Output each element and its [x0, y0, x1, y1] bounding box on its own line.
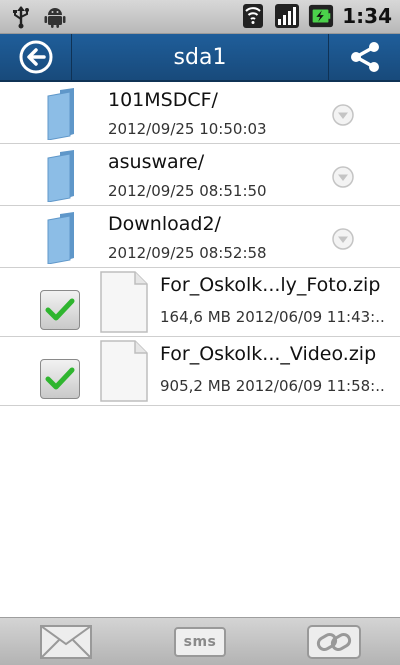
status-bar-right: 1:34: [240, 3, 392, 29]
folder-name: 101MSDCF/: [108, 89, 218, 111]
android-debug-icon: [42, 4, 68, 30]
sms-label: sms: [174, 627, 226, 657]
page-title: sda1: [173, 44, 227, 70]
file-icon: [100, 340, 148, 402]
folder-name: asusware/: [108, 151, 205, 173]
folder-date: 2012/09/25 08:51:50: [108, 182, 267, 200]
sms-button[interactable]: sms: [172, 622, 228, 662]
share-button[interactable]: [328, 34, 400, 80]
folder-icon: [47, 88, 74, 140]
battery-icon: [308, 3, 334, 29]
link-button[interactable]: [306, 622, 362, 662]
file-list: 101MSDCF/ 2012/09/25 10:50:03 asusware/ …: [0, 82, 400, 406]
list-item-folder-download2[interactable]: Download2/ 2012/09/25 08:52:58: [0, 206, 400, 268]
checkmark-icon: [45, 367, 75, 390]
folder-icon: [47, 150, 74, 202]
usb-icon: [8, 4, 34, 30]
file-meta: 905,2 MB 2012/06/09 11:58:..: [160, 377, 385, 395]
status-bar: 1:34: [0, 0, 400, 34]
folder-date: 2012/09/25 08:52:58: [108, 244, 267, 262]
share-icon: [350, 42, 379, 72]
folder-date: 2012/09/25 10:50:03: [108, 120, 267, 138]
title-bar: sda1: [0, 34, 400, 82]
email-button[interactable]: [38, 622, 94, 662]
folder-icon: [47, 212, 74, 264]
list-item-folder-101msdcf[interactable]: 101MSDCF/ 2012/09/25 10:50:03: [0, 82, 400, 144]
file-name: For_Oskolk..._Video.zip: [160, 343, 377, 365]
chevron-down-icon[interactable]: [331, 165, 355, 189]
status-bar-left: [8, 4, 68, 30]
wifi-icon: [240, 3, 266, 29]
back-arrow-icon: [19, 40, 52, 74]
folder-name: Download2/: [108, 213, 221, 235]
file-meta: 164,6 MB 2012/06/09 11:43:..: [160, 308, 385, 326]
status-clock: 1:34: [342, 4, 392, 28]
list-item-file-foto-zip[interactable]: For_Oskolk...ly_Foto.zip 164,6 MB 2012/0…: [0, 268, 400, 337]
signal-icon: [274, 3, 300, 29]
file-checkbox[interactable]: [40, 290, 80, 330]
link-icon: [307, 625, 361, 659]
chevron-down-icon[interactable]: [331, 227, 355, 251]
list-item-file-video-zip[interactable]: For_Oskolk..._Video.zip 905,2 MB 2012/06…: [0, 337, 400, 406]
file-checkbox[interactable]: [40, 359, 80, 399]
bottom-toolbar: sms: [0, 617, 400, 665]
checkmark-icon: [45, 298, 75, 321]
mail-icon: [40, 625, 92, 659]
file-icon: [100, 271, 148, 333]
file-name: For_Oskolk...ly_Foto.zip: [160, 274, 381, 296]
chevron-down-icon[interactable]: [331, 103, 355, 127]
back-button[interactable]: [0, 34, 72, 80]
list-item-folder-asusware[interactable]: asusware/ 2012/09/25 08:51:50: [0, 144, 400, 206]
